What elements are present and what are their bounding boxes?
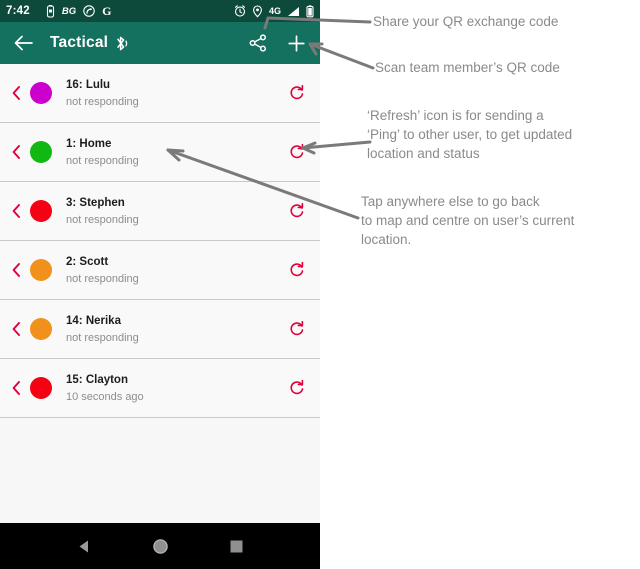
member-name: 15: Clayton — [66, 374, 128, 387]
row-text: 1: Home not responding — [66, 134, 286, 169]
table-row[interactable]: 1: Home not responding — [0, 123, 320, 182]
table-row[interactable]: 16: Lulu not responding — [0, 64, 320, 123]
annotation-pane: Share your QR exchange code Scan team me… — [320, 0, 640, 569]
member-status: 10 seconds ago — [66, 390, 144, 403]
status-dot — [30, 200, 52, 222]
do-not-disturb-icon — [83, 5, 95, 17]
status-bar: 7:42 BG G 4G — [0, 0, 320, 22]
member-name: 16: Lulu — [66, 79, 111, 92]
back-triangle-icon[interactable] — [76, 538, 93, 555]
bluetooth-icon — [115, 35, 129, 52]
row-text: 15: Clayton 10 seconds ago — [66, 370, 286, 405]
chevron-left-icon[interactable] — [8, 263, 24, 277]
annotation-tap-text: Tap anywhere else to go back to map and … — [361, 194, 575, 247]
row-text: 2: Scott not responding — [66, 252, 286, 287]
signal-bars-icon — [287, 6, 300, 17]
status-dot — [30, 259, 52, 281]
row-text: 3: Stephen not responding — [66, 193, 286, 228]
google-icon: G — [102, 3, 112, 18]
chevron-left-icon[interactable] — [8, 86, 24, 100]
chevron-left-icon[interactable] — [8, 322, 24, 336]
share-button[interactable] — [244, 29, 272, 57]
status-dot — [30, 318, 52, 340]
chevron-left-icon[interactable] — [8, 204, 24, 218]
member-name: 14: Nerika — [66, 315, 121, 328]
bg-badge-icon: BG — [61, 5, 77, 17]
member-status: not responding — [66, 154, 139, 167]
team-member-list: 16: Lulu not responding 1: Home not resp… — [0, 64, 320, 418]
screenshot-root: 7:42 BG G 4G Tactical 16: Lulu not respo… — [0, 0, 640, 569]
chevron-left-icon[interactable] — [8, 145, 24, 159]
member-name: 1: Home — [66, 138, 112, 151]
refresh-icon[interactable] — [286, 85, 308, 101]
home-circle-icon[interactable] — [152, 538, 169, 555]
status-bar-clock: 7:42 — [6, 5, 30, 17]
status-dot — [30, 377, 52, 399]
status-bar-left: 7:42 BG G — [6, 4, 234, 19]
refresh-icon[interactable] — [286, 380, 308, 396]
phone-screen: 7:42 BG G 4G Tactical 16: Lulu not respo… — [0, 0, 320, 569]
location-pin-icon — [252, 4, 263, 18]
recents-square-icon[interactable] — [229, 539, 244, 554]
member-status: not responding — [66, 95, 139, 108]
member-name: 2: Scott — [66, 256, 109, 269]
status-bar-right: 4G — [234, 4, 314, 18]
row-text: 16: Lulu not responding — [66, 75, 286, 110]
member-status: not responding — [66, 331, 139, 344]
member-name: 3: Stephen — [66, 197, 125, 210]
row-text: 14: Nerika not responding — [66, 311, 286, 346]
vibrate-icon — [46, 4, 55, 18]
member-status: not responding — [66, 213, 139, 226]
refresh-icon[interactable] — [286, 144, 308, 160]
annotation-scan-text: Scan team member’s QR code — [375, 60, 560, 75]
page-title: Tactical — [50, 34, 109, 51]
app-toolbar: Tactical — [0, 22, 320, 64]
annotation-share-text: Share your QR exchange code — [373, 14, 559, 29]
status-dot — [30, 82, 52, 104]
chevron-left-icon[interactable] — [8, 381, 24, 395]
android-navigation-bar — [0, 523, 320, 569]
battery-icon — [306, 4, 314, 18]
refresh-icon[interactable] — [286, 262, 308, 278]
table-row[interactable]: 3: Stephen not responding — [0, 182, 320, 241]
alarm-icon — [234, 5, 246, 17]
table-row[interactable]: 2: Scott not responding — [0, 241, 320, 300]
annotation-refresh-text: ‘Refresh’ icon is for sending a ‘Ping’ t… — [367, 108, 573, 161]
status-dot — [30, 141, 52, 163]
table-row[interactable]: 15: Clayton 10 seconds ago — [0, 359, 320, 418]
network-type-label: 4G — [268, 6, 281, 16]
add-button[interactable] — [282, 29, 310, 57]
refresh-icon[interactable] — [286, 321, 308, 337]
refresh-icon[interactable] — [286, 203, 308, 219]
table-row[interactable]: 14: Nerika not responding — [0, 300, 320, 359]
member-status: not responding — [66, 272, 139, 285]
back-button[interactable] — [10, 30, 36, 56]
